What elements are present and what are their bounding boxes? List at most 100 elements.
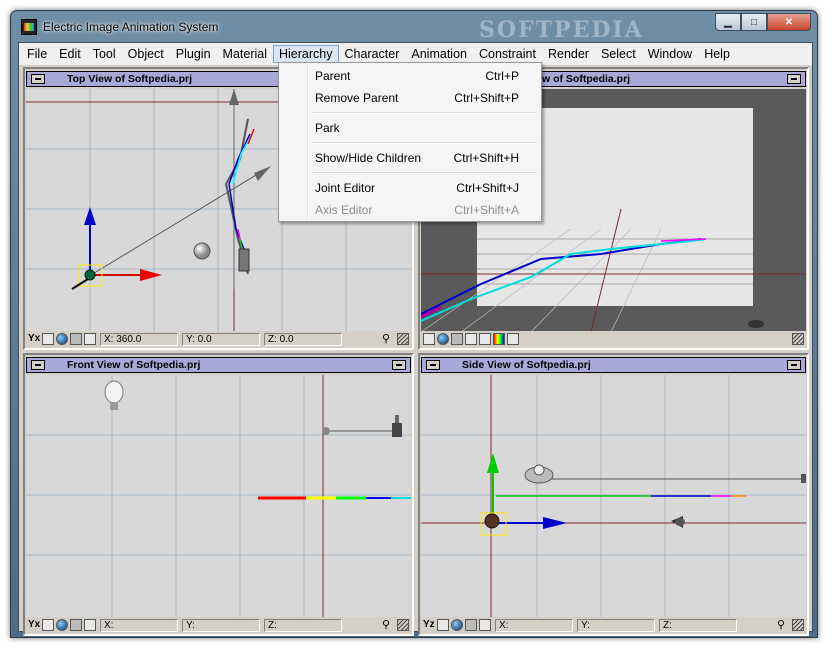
viewport-status-bar: Yz X: Y: Z: ⚲ xyxy=(421,618,806,633)
grid-icon[interactable] xyxy=(42,619,54,631)
grid-icon[interactable] xyxy=(437,619,449,631)
axis-orientation-icon: Yz xyxy=(423,619,435,630)
menu-item-label: Parent xyxy=(315,69,351,83)
x-coordinate-field[interactable]: X: 360.0 xyxy=(100,333,178,346)
menu-item-shortcut: Ctrl+Shift+P xyxy=(454,91,519,105)
display-icon[interactable] xyxy=(84,619,96,631)
x-coordinate-field[interactable]: X: xyxy=(100,619,178,632)
menu-constraint[interactable]: Constraint xyxy=(473,45,542,63)
menu-item-label: Remove Parent xyxy=(315,91,399,105)
side-view-viewport: Side View of Softpedia.prj Yz X: Y: Z: ⚲ xyxy=(418,353,809,636)
viewport-maximize-button[interactable] xyxy=(787,74,801,84)
render-mode-icon[interactable] xyxy=(451,619,463,631)
menu-item-label: Park xyxy=(315,121,340,135)
front-view-canvas[interactable] xyxy=(26,375,411,617)
camera-icon[interactable] xyxy=(70,619,82,631)
menu-item-shortcut: Ctrl+Shift+J xyxy=(456,181,519,195)
viewport-title: Top View of Softpedia.prj xyxy=(67,73,193,85)
resize-grip-icon[interactable] xyxy=(792,619,804,631)
resize-grip-icon[interactable] xyxy=(397,619,409,631)
hierarchy-dropdown-menu: Parent Ctrl+P Remove Parent Ctrl+Shift+P… xyxy=(278,62,542,222)
menu-material[interactable]: Material xyxy=(217,45,273,63)
menu-window[interactable]: Window xyxy=(642,45,698,63)
menu-render[interactable]: Render xyxy=(542,45,595,63)
camera-icon[interactable] xyxy=(465,619,477,631)
zoom-icon[interactable]: ⚲ xyxy=(382,619,390,631)
viewport-menu-button[interactable] xyxy=(31,74,45,84)
axis-orientation-icon: Yx xyxy=(28,619,41,630)
menu-plugin[interactable]: Plugin xyxy=(170,45,217,63)
axis-orientation-icon: Yx xyxy=(28,333,41,344)
x-coordinate-field[interactable]: X: xyxy=(495,619,573,632)
z-coordinate-field[interactable]: Z: xyxy=(264,619,342,632)
menu-item-shortcut: Ctrl+Shift+A xyxy=(454,203,519,217)
menu-separator xyxy=(281,169,539,177)
menu-item-label: Axis Editor xyxy=(315,203,373,217)
menu-item-park[interactable]: Park xyxy=(281,117,539,139)
menu-file[interactable]: File xyxy=(21,45,53,63)
menu-item-joint-editor[interactable]: Joint Editor Ctrl+Shift+J xyxy=(281,177,539,199)
viewport-status-bar xyxy=(421,332,806,347)
display-icon[interactable] xyxy=(479,619,491,631)
menu-item-label: Joint Editor xyxy=(315,181,376,195)
menu-select[interactable]: Select xyxy=(595,45,642,63)
menu-item-parent[interactable]: Parent Ctrl+P xyxy=(281,65,539,87)
camera-icon[interactable] xyxy=(70,333,82,345)
z-coordinate-field[interactable]: Z: 0.0 xyxy=(264,333,342,346)
minimize-button[interactable]: ▁ xyxy=(715,13,741,31)
render-mode-icon[interactable] xyxy=(437,333,449,345)
menu-character[interactable]: Character xyxy=(339,45,406,63)
viewport-menu-button[interactable] xyxy=(31,360,45,370)
z-coordinate-field[interactable]: Z: xyxy=(659,619,737,632)
fit-icon[interactable] xyxy=(479,333,491,345)
render-mode-icon[interactable] xyxy=(56,333,68,345)
grid-icon[interactable] xyxy=(42,333,54,345)
resize-grip-icon[interactable] xyxy=(397,333,409,345)
render-mode-icon[interactable] xyxy=(56,619,68,631)
resize-grip-icon[interactable] xyxy=(792,333,804,345)
close-button[interactable]: ✕ xyxy=(767,13,811,31)
menu-object[interactable]: Object xyxy=(122,45,170,63)
front-view-scene xyxy=(26,375,411,617)
window-controls: ▁ □ ✕ xyxy=(715,13,811,31)
zoom-icon[interactable]: ⚲ xyxy=(777,619,785,631)
y-coordinate-field[interactable]: Y: xyxy=(577,619,655,632)
light-icon[interactable] xyxy=(507,333,519,345)
maximize-button[interactable]: □ xyxy=(741,13,767,31)
menu-item-shortcut: Ctrl+Shift+H xyxy=(453,151,519,165)
zoom-icon[interactable]: ⚲ xyxy=(382,333,390,345)
menu-edit[interactable]: Edit xyxy=(53,45,87,63)
menu-item-axis-editor: Axis Editor Ctrl+Shift+A xyxy=(281,199,539,221)
menu-item-show-hide-children[interactable]: Show/Hide Children Ctrl+Shift+H xyxy=(281,147,539,169)
safe-frame-icon[interactable] xyxy=(465,333,477,345)
title-bar: Electric Image Animation System SOFTPEDI… xyxy=(11,11,817,43)
viewport-title-bar: Front View of Softpedia.prj xyxy=(26,357,411,373)
menu-separator xyxy=(281,139,539,147)
side-view-scene xyxy=(421,375,806,617)
menu-animation[interactable]: Animation xyxy=(405,45,473,63)
menu-help[interactable]: Help xyxy=(698,45,736,63)
viewport-maximize-button[interactable] xyxy=(787,360,801,370)
grid-icon[interactable] xyxy=(423,333,435,345)
menu-item-shortcut: Ctrl+P xyxy=(485,69,519,83)
viewport-title: Side View of Softpedia.prj xyxy=(462,359,591,371)
front-view-viewport: Front View of Softpedia.prj Yx X: Y: Z: … xyxy=(23,353,414,636)
side-view-canvas[interactable] xyxy=(421,375,806,617)
watermark: SOFTPEDIA xyxy=(479,17,644,43)
viewport-title: Front View of Softpedia.prj xyxy=(67,359,201,371)
display-icon[interactable] xyxy=(84,333,96,345)
viewport-title-bar: Side View of Softpedia.prj xyxy=(421,357,806,373)
window-title: Electric Image Animation System xyxy=(43,20,219,34)
camera-icon[interactable] xyxy=(451,333,463,345)
menu-separator xyxy=(281,109,539,117)
color-icon[interactable] xyxy=(493,333,505,345)
menu-item-remove-parent[interactable]: Remove Parent Ctrl+Shift+P xyxy=(281,87,539,109)
app-icon[interactable] xyxy=(21,19,37,35)
y-coordinate-field[interactable]: Y: xyxy=(182,619,260,632)
y-coordinate-field[interactable]: Y: 0.0 xyxy=(182,333,260,346)
menu-hierarchy[interactable]: Hierarchy xyxy=(273,45,339,63)
menu-tool[interactable]: Tool xyxy=(87,45,122,63)
viewport-maximize-button[interactable] xyxy=(392,360,406,370)
viewport-menu-button[interactable] xyxy=(426,360,440,370)
menu-item-label: Show/Hide Children xyxy=(315,151,422,165)
